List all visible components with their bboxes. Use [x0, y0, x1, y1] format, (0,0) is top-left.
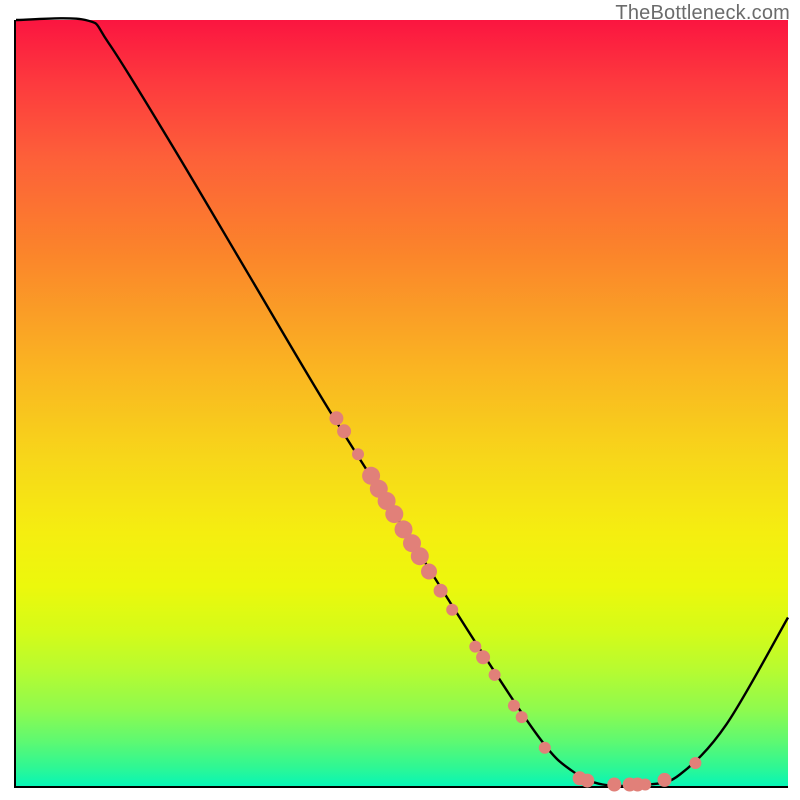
data-marker: [639, 779, 651, 791]
data-marker: [337, 424, 351, 438]
data-marker: [658, 773, 672, 787]
data-marker: [539, 742, 551, 754]
data-marker: [411, 547, 429, 565]
data-marker: [580, 774, 594, 788]
data-marker: [421, 564, 437, 580]
data-marker: [476, 650, 490, 664]
data-marker: [516, 711, 528, 723]
data-marker: [352, 448, 364, 460]
data-marker: [446, 604, 458, 616]
data-marker: [329, 411, 343, 425]
chart-container: TheBottleneck.com: [0, 0, 800, 800]
data-marker: [689, 757, 701, 769]
data-marker: [607, 778, 621, 792]
bottleneck-curve: [16, 18, 788, 786]
plot-area: [14, 20, 788, 788]
data-marker: [469, 641, 481, 653]
data-marker: [489, 669, 501, 681]
data-marker: [508, 700, 520, 712]
data-marker: [434, 584, 448, 598]
chart-svg: [16, 20, 788, 786]
data-markers: [329, 411, 701, 791]
data-marker: [385, 505, 403, 523]
